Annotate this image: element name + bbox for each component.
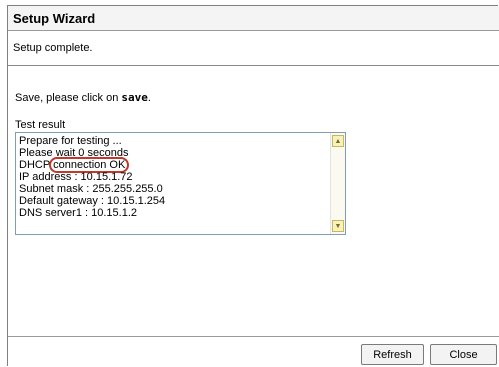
instruction-suffix: . <box>147 92 151 104</box>
result-line: Prepare for testing ... <box>19 135 122 147</box>
test-result-box[interactable]: Prepare for testing ... Please wait 0 se… <box>15 132 346 235</box>
result-line-dhcp: DHCP connection OK <box>19 157 165 173</box>
close-button[interactable]: Close <box>430 344 497 365</box>
test-result-list: Prepare for testing ... Please wait 0 se… <box>19 135 165 219</box>
setup-wizard-window: Setup Wizard Setup complete. Save, pleas… <box>7 5 499 366</box>
instruction-prefix: Save, please click on <box>15 92 122 104</box>
dhcp-label: DHCP <box>19 159 51 171</box>
result-line: Default gateway : 10.15.1.254 <box>19 195 166 207</box>
test-result-label: Test result <box>15 119 66 131</box>
refresh-button[interactable]: Refresh <box>361 344 424 365</box>
result-line: Subnet mask : 255.255.255.0 <box>19 183 163 195</box>
status-header: Setup complete. <box>8 31 499 66</box>
scroll-down-arrow-icon[interactable]: ▼ <box>332 220 344 232</box>
save-keyword: save <box>121 91 148 104</box>
title-bar: Setup Wizard <box>8 6 499 31</box>
save-instruction: Save, please click on save. <box>15 91 151 104</box>
status-text: Setup complete. <box>13 42 93 54</box>
result-line: IP address : 10.15.1.72 <box>19 171 133 183</box>
scroll-up-arrow-icon[interactable]: ▲ <box>332 135 344 147</box>
footer-divider <box>8 336 499 337</box>
result-line: DNS server1 : 10.15.1.2 <box>19 207 138 219</box>
vertical-scrollbar[interactable]: ▲ ▼ <box>330 133 345 234</box>
window-title: Setup Wizard <box>13 11 96 26</box>
